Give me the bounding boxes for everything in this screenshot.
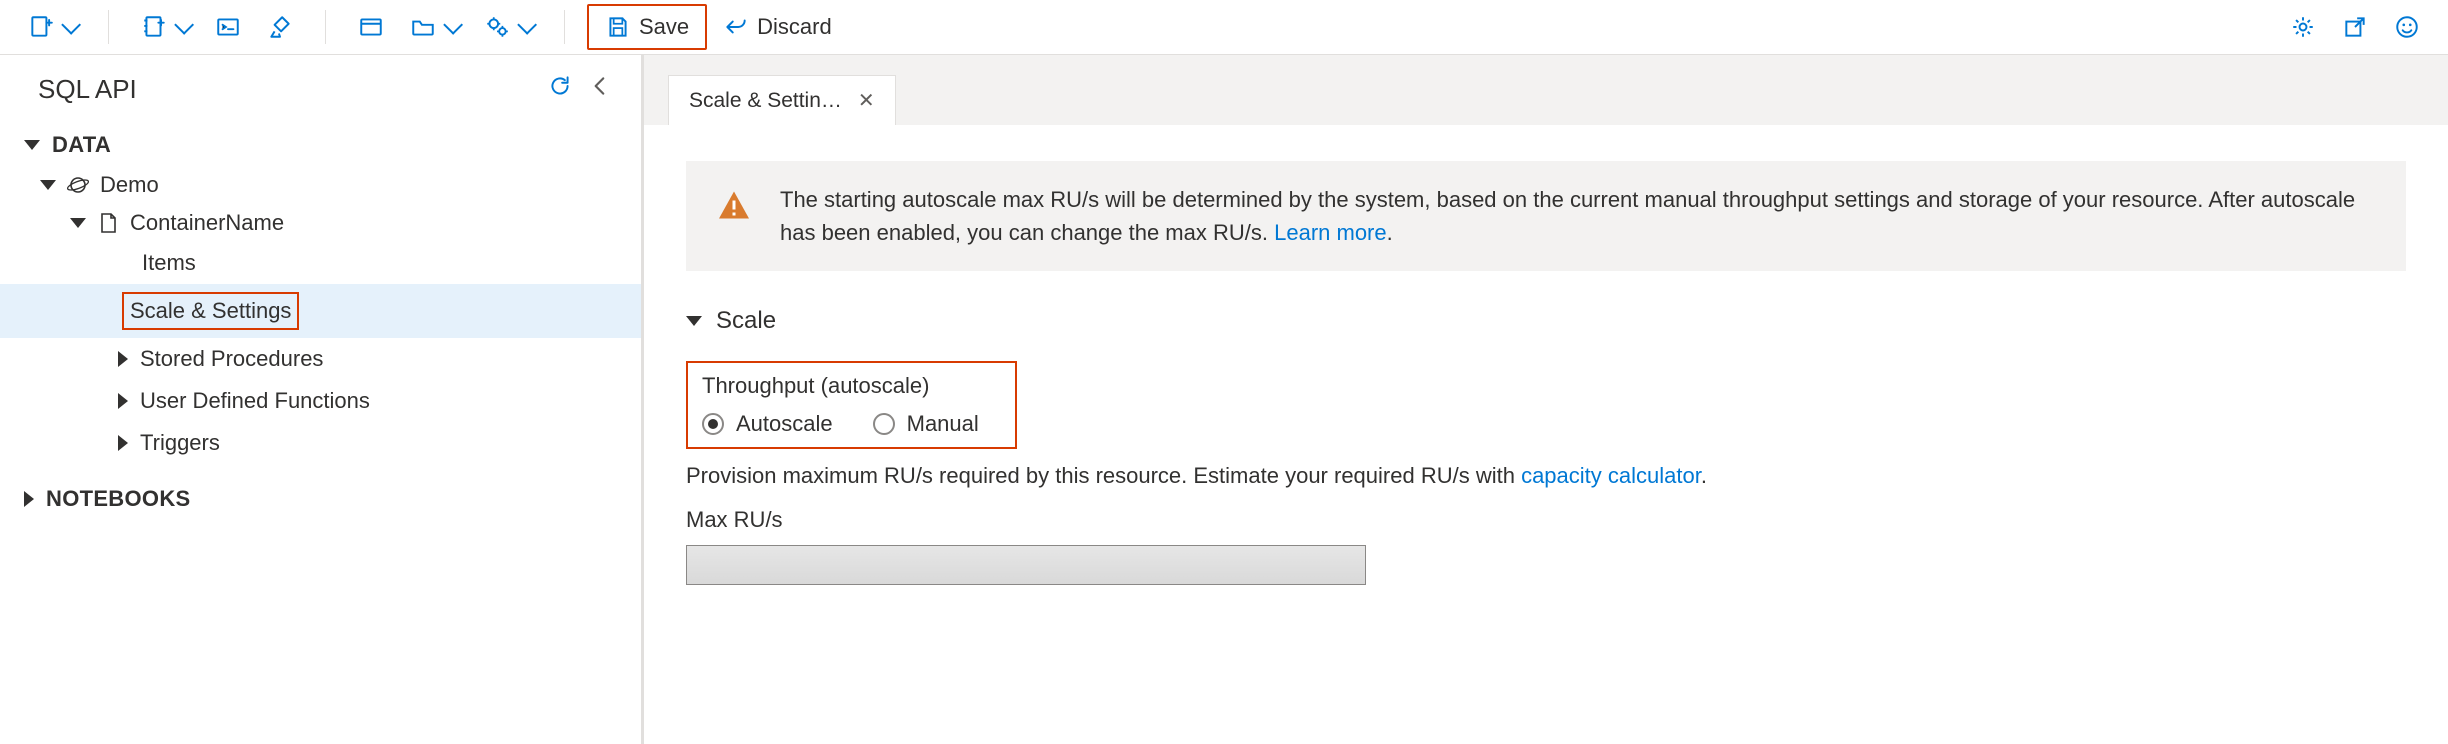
database-icon [66,173,90,197]
window-icon [358,14,384,40]
undo-icon [723,14,749,40]
tree-section-notebooks[interactable]: NOTEBOOKS [0,478,641,520]
open-folder-button[interactable] [400,7,468,47]
desc-prefix: Provision maximum RU/s required by this … [686,463,1521,488]
scale-section-header[interactable]: Scale [686,307,2406,335]
content: The starting autoscale max RU/s will be … [644,125,2448,621]
radio-autoscale[interactable]: Autoscale [702,411,833,437]
broom-icon [267,14,293,40]
settings-dropdown-button[interactable] [474,7,542,47]
radio-dot-icon [702,413,724,435]
gears-icon [484,14,510,40]
chevron-down-icon [517,15,537,35]
separator [108,10,109,44]
max-ru-input[interactable] [686,545,1366,585]
tree-leaf-label: Items [142,250,196,275]
chevron-down-icon [61,15,81,35]
info-alert: The starting autoscale max RU/s will be … [686,161,2406,271]
caret-right-icon [24,491,34,507]
settings-button[interactable] [2280,7,2326,47]
tab-close-button[interactable]: ✕ [858,88,875,113]
chevron-down-icon [443,15,463,35]
tab-label: Scale & Settin… [689,89,842,113]
tree-leaf-stored-procedures[interactable]: Stored Procedures [0,338,641,380]
warning-icon [716,187,752,223]
tree-container[interactable]: ContainerName [0,204,641,242]
caret-right-icon [118,351,128,367]
sidebar: SQL API DATA Demo ContainerName [0,55,644,744]
refresh-icon [547,73,573,99]
new-container-button[interactable] [131,7,199,47]
throughput-title: Throughput (autoscale) [702,373,979,399]
caret-right-icon [118,435,128,451]
discard-button[interactable]: Discard [713,7,842,47]
tab-scale-settings[interactable]: Scale & Settin… ✕ [668,75,896,125]
desc-suffix: . [1701,463,1707,488]
separator [325,10,326,44]
chevron-left-icon [587,73,613,99]
gear-icon [2290,14,2316,40]
radio-dot-icon [873,413,895,435]
main-pane: Scale & Settin… ✕ The starting autoscale… [644,55,2448,744]
radio-manual[interactable]: Manual [873,411,979,437]
tree-leaf-label: Stored Procedures [140,346,323,372]
tree-leaf-label: Triggers [140,430,220,456]
tree: DATA Demo ContainerName Items Scale & Se… [0,124,641,744]
tree-leaf-label: Scale & Settings [122,292,299,330]
tree-section-label: NOTEBOOKS [46,486,191,512]
sidebar-title: SQL API [38,74,533,105]
refresh-button[interactable] [547,73,573,106]
tree-db-label: Demo [100,172,159,198]
collapse-button[interactable] [587,73,613,106]
radio-label: Autoscale [736,411,833,437]
save-button[interactable]: Save [587,4,707,50]
caret-down-icon [24,140,40,150]
scale-section: Scale Throughput (autoscale) Autoscale M… [686,307,2406,585]
chevron-down-icon [174,15,194,35]
new-item-icon [28,14,54,40]
save-label: Save [639,14,689,40]
terminal-icon [215,14,241,40]
capacity-calculator-link[interactable]: capacity calculator [1521,463,1701,488]
caret-right-icon [118,393,128,409]
max-ru-label: Max RU/s [686,507,2406,533]
tree-leaf-items[interactable]: Items [0,242,641,284]
feedback-button[interactable] [2384,7,2430,47]
tab-bar: Scale & Settin… ✕ [644,55,2448,125]
clear-button[interactable] [257,7,303,47]
toolbar: Save Discard [0,0,2448,55]
tree-container-label: ContainerName [130,210,284,236]
save-icon [605,14,631,40]
open-terminal-button[interactable] [205,7,251,47]
scale-section-label: Scale [716,307,776,335]
caret-down-icon [40,180,56,190]
tree-leaf-udf[interactable]: User Defined Functions [0,380,641,422]
radio-label: Manual [907,411,979,437]
browse-button[interactable] [348,7,394,47]
throughput-mode-group: Throughput (autoscale) Autoscale Manual [686,361,1017,449]
caret-down-icon [70,218,86,228]
throughput-description: Provision maximum RU/s required by this … [686,463,2406,489]
sidebar-header: SQL API [0,55,641,124]
smiley-icon [2394,14,2420,40]
popout-icon [2342,14,2368,40]
alert-text: The starting autoscale max RU/s will be … [780,187,2355,245]
tree-leaf-triggers[interactable]: Triggers [0,422,641,464]
tree-leaf-label: User Defined Functions [140,388,370,414]
tree-leaf-scale-settings[interactable]: Scale & Settings [0,284,641,338]
tree-database[interactable]: Demo [0,166,641,204]
alert-learn-more-link[interactable]: Learn more [1274,220,1387,245]
document-icon [96,211,120,235]
new-sql-query-button[interactable] [18,7,86,47]
caret-down-icon [686,316,702,326]
folder-icon [410,14,436,40]
alert-text-wrapper: The starting autoscale max RU/s will be … [780,183,2376,249]
separator [564,10,565,44]
alert-trailing: . [1387,220,1393,245]
notebook-add-icon [141,14,167,40]
discard-label: Discard [757,14,832,40]
tree-section-label: DATA [52,132,111,158]
tree-section-data[interactable]: DATA [0,124,641,166]
popout-button[interactable] [2332,7,2378,47]
